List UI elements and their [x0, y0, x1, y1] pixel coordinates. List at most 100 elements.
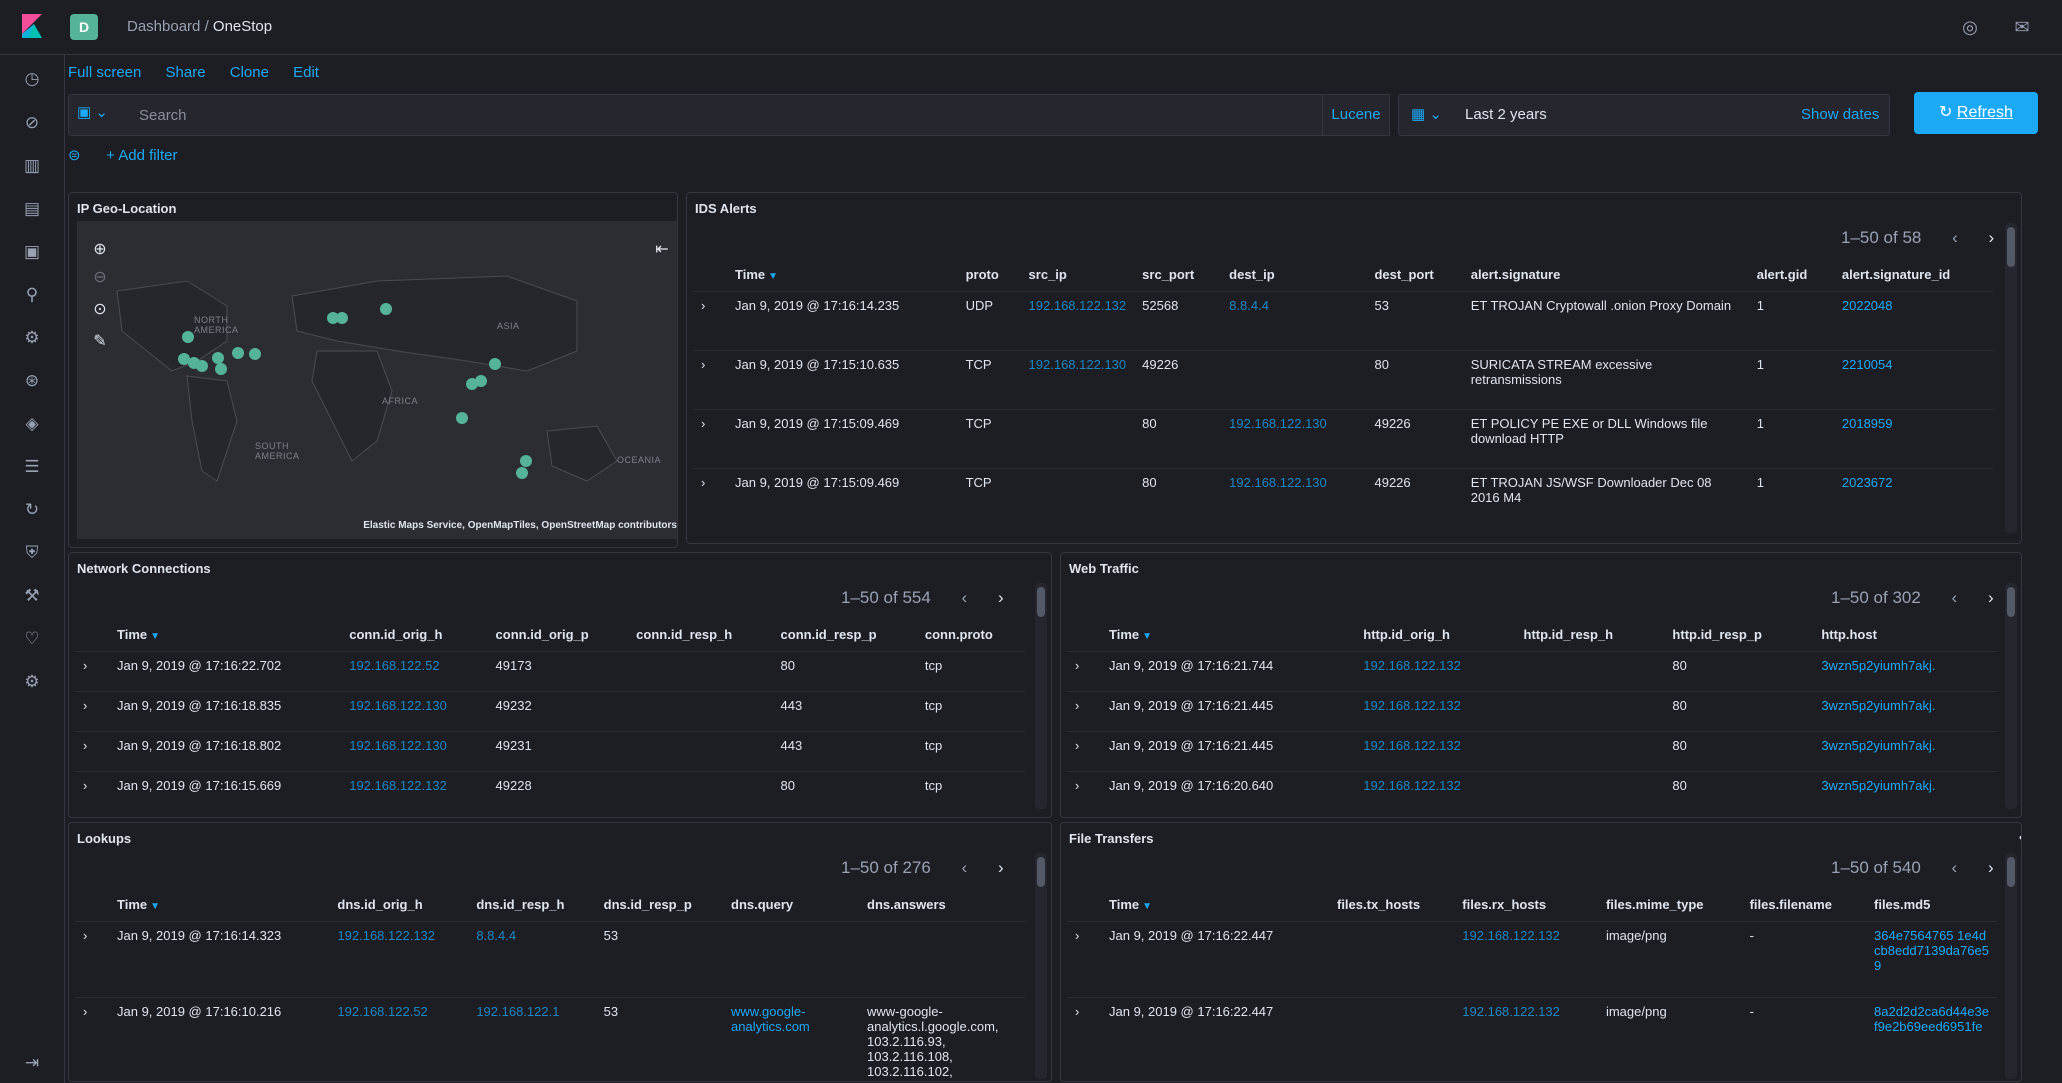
expand-row-icon[interactable]: › [1067, 691, 1101, 732]
cell-link[interactable]: 3wzn5p2yiumh7akj. [1813, 731, 1997, 772]
prev-page-icon[interactable]: ‹ [962, 858, 968, 878]
saved-query-icon[interactable]: ▣ ⌄ [77, 103, 119, 127]
col-time[interactable]: Time ▼ [1101, 617, 1355, 652]
breadcrumb-parent[interactable]: Dashboard [127, 18, 200, 35]
dashboard-icon[interactable]: ▤ [20, 197, 44, 221]
cell-ip[interactable]: 192.168.122.132 [1020, 291, 1135, 351]
cell-ip[interactable]: 192.168.122.132 [1355, 731, 1516, 772]
col-header[interactable]: files.md5 [1866, 887, 1997, 922]
management-icon[interactable]: ⚙ [20, 670, 44, 694]
cell-ip[interactable]: 192.168.122.132 [1355, 771, 1516, 812]
cell-link[interactable]: 2210054 [1833, 350, 1993, 410]
cell-ip[interactable]: 192.168.122.130 [341, 691, 488, 732]
col-header[interactable]: dest_ip [1221, 257, 1366, 292]
expand-row-icon[interactable]: › [693, 350, 727, 410]
expand-row-icon[interactable]: › [1067, 921, 1101, 998]
expand-row-icon[interactable]: › [1067, 651, 1101, 692]
expand-row-icon[interactable]: › [75, 651, 109, 692]
col-header[interactable]: alert.signature [1463, 257, 1749, 292]
cell-ip[interactable] [1221, 350, 1367, 410]
cell-link[interactable]: 3wzn5p2yiumh7akj. [1813, 691, 1997, 732]
col-header[interactable]: src_ip [1021, 257, 1135, 292]
apm-icon[interactable]: ☰ [20, 455, 44, 479]
cell-ip[interactable] [628, 691, 773, 732]
col-header[interactable]: alert.gid [1749, 257, 1834, 292]
ml-icon[interactable]: ⚙ [20, 326, 44, 350]
col-header[interactable]: alert.signature_id [1834, 257, 1993, 292]
locate-icon[interactable]: ⊙ [89, 299, 111, 321]
canvas-icon[interactable]: ▣ [20, 240, 44, 264]
expand-row-icon[interactable]: › [75, 731, 109, 772]
cell-link[interactable]: 3wzn5p2yiumh7akj. [1813, 651, 1997, 692]
cell-ip[interactable]: 192.168.122.132 [1355, 691, 1516, 732]
cell-ip[interactable] [1328, 921, 1455, 998]
col-time[interactable]: Time ▼ [1101, 887, 1329, 922]
cell-ip[interactable] [628, 651, 773, 692]
col-header[interactable]: dns.id_resp_h [468, 887, 595, 922]
cell-ip[interactable]: 192.168.122.132 [1355, 651, 1516, 692]
sort-down-icon[interactable]: ▼ [1142, 901, 1152, 912]
col-header[interactable]: dns.query [723, 887, 859, 922]
col-header[interactable]: proto [958, 257, 1021, 292]
col-header[interactable]: conn.id_resp_p [773, 617, 917, 652]
prev-page-icon[interactable]: ‹ [962, 588, 968, 608]
full-screen-link[interactable]: Full screen [68, 64, 141, 81]
prev-page-icon[interactable]: ‹ [1952, 858, 1958, 878]
query-language-toggle[interactable]: Lucene [1322, 94, 1390, 136]
cell-ip[interactable]: 192.168.122.130 [341, 731, 488, 772]
col-header[interactable]: files.filename [1742, 887, 1866, 922]
infrastructure-icon[interactable]: ⊛ [20, 369, 44, 393]
cell-ip[interactable]: 192.168.122.130 [1221, 468, 1367, 528]
cell-link[interactable]: 3wzn5p2yiumh7akj. [1813, 771, 1997, 812]
sort-down-icon[interactable]: ▼ [150, 631, 160, 642]
next-page-icon[interactable]: › [1989, 228, 1995, 248]
col-header[interactable]: files.rx_hosts [1454, 887, 1598, 922]
next-page-icon[interactable]: › [998, 858, 1004, 878]
expand-row-icon[interactable]: › [75, 921, 109, 998]
col-header[interactable]: dns.id_orig_h [329, 887, 468, 922]
cell-ip[interactable]: 8.8.4.4 [1221, 291, 1367, 351]
filter-options-icon[interactable]: ⊜ [68, 146, 90, 164]
col-header[interactable]: http.id_resp_h [1516, 617, 1665, 652]
draw-tool-icon[interactable]: ✎ [89, 331, 111, 353]
sort-down-icon[interactable]: ▼ [150, 901, 160, 912]
panel-options-icon[interactable]: ••• [2019, 829, 2021, 845]
cell-ip[interactable]: 192.168.122.132 [1454, 921, 1598, 998]
mail-icon[interactable]: ✉ [2012, 17, 2032, 37]
cell-ip[interactable]: 192.168.122.52 [341, 651, 488, 692]
cell-ip[interactable]: 192.168.122.132 [341, 771, 488, 812]
collapse-nav-icon[interactable]: ⇥ [20, 1051, 44, 1075]
dev-tools-icon[interactable]: ⚒ [20, 584, 44, 608]
col-header[interactable]: conn.proto [917, 617, 1025, 652]
cell-ip[interactable] [1515, 731, 1665, 772]
col-header[interactable]: dns.id_resp_p [596, 887, 723, 922]
share-link[interactable]: Share [166, 64, 206, 81]
col-header[interactable]: src_port [1134, 257, 1221, 292]
scrollbar[interactable] [2005, 583, 2017, 809]
cell-link[interactable]: 2023672 [1833, 468, 1993, 528]
prev-page-icon[interactable]: ‹ [1952, 228, 1958, 248]
expand-row-icon[interactable]: › [693, 291, 727, 351]
help-icon[interactable]: ◎ [1960, 17, 1980, 37]
logs-icon[interactable]: ◈ [20, 412, 44, 436]
expand-row-icon[interactable]: › [75, 771, 109, 812]
edit-link[interactable]: Edit [293, 64, 319, 81]
search-input[interactable] [129, 99, 1399, 131]
show-dates-link[interactable]: Show dates [1801, 106, 1879, 123]
col-header[interactable]: files.mime_type [1598, 887, 1742, 922]
cell-ip[interactable] [628, 731, 773, 772]
visualize-icon[interactable]: ▥ [20, 154, 44, 178]
world-map[interactable]: ⊕ ⊖ ⊙ ✎ ⇤ NORTH AMERICA SOUTH AMERICA AS… [77, 221, 677, 539]
cell-link[interactable]: 2022048 [1833, 291, 1993, 351]
col-header[interactable]: dns.answers [859, 887, 1025, 922]
expand-row-icon[interactable]: › [1067, 771, 1101, 812]
refresh-button[interactable]: ↻ Refresh [1914, 92, 2038, 134]
cell-link[interactable]: www.google-analytics.com [723, 997, 859, 1081]
cell-ip[interactable] [1515, 651, 1665, 692]
col-header[interactable]: http.id_orig_h [1355, 617, 1515, 652]
sort-down-icon[interactable]: ▼ [768, 271, 778, 282]
expand-row-icon[interactable]: › [75, 691, 109, 732]
expand-row-icon[interactable]: › [693, 468, 727, 528]
recent-icon[interactable]: ◷ [20, 67, 44, 91]
next-page-icon[interactable]: › [1988, 588, 1994, 608]
